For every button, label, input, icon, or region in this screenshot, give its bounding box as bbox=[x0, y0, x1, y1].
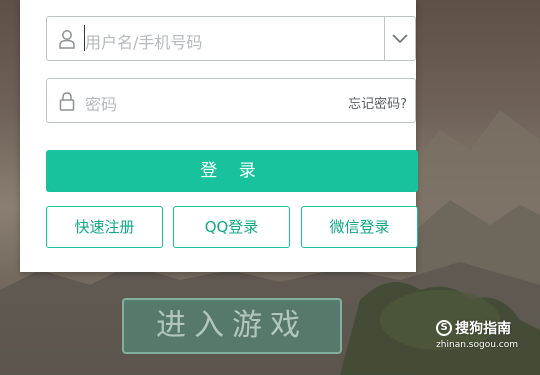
password-field[interactable]: 密码 忘记密码? bbox=[46, 78, 416, 123]
sogou-watermark: S 搜狗指南 zhinan.sogou.com bbox=[436, 318, 518, 350]
quick-register-button[interactable]: 快速注册 bbox=[46, 206, 163, 248]
login-button[interactable]: 登 录 bbox=[46, 150, 418, 192]
username-placeholder: 用户名/手机号码 bbox=[85, 33, 203, 52]
forgot-password-link[interactable]: 忘记密码? bbox=[348, 93, 407, 112]
game-login-screen: 用户名/手机号码 密码 忘记密码? 登 录 快速注册 QQ登录 微信登录 进入游… bbox=[0, 0, 540, 375]
username-field[interactable]: 用户名/手机号码 bbox=[46, 16, 416, 61]
chevron-down-icon[interactable] bbox=[385, 17, 415, 60]
wechat-login-button[interactable]: 微信登录 bbox=[301, 206, 418, 248]
lock-icon bbox=[59, 92, 75, 111]
qq-login-button[interactable]: QQ登录 bbox=[173, 206, 290, 248]
watermark-brand: 搜狗指南 bbox=[455, 321, 512, 337]
login-panel: 用户名/手机号码 密码 忘记密码? 登 录 快速注册 QQ登录 微信登录 bbox=[20, 0, 418, 272]
user-icon bbox=[59, 30, 75, 49]
sogou-logo-icon: S bbox=[436, 320, 453, 336]
enter-game-button[interactable]: 进入游戏 bbox=[122, 298, 342, 354]
password-placeholder: 密码 bbox=[85, 95, 118, 114]
watermark-url: zhinan.sogou.com bbox=[436, 340, 518, 350]
